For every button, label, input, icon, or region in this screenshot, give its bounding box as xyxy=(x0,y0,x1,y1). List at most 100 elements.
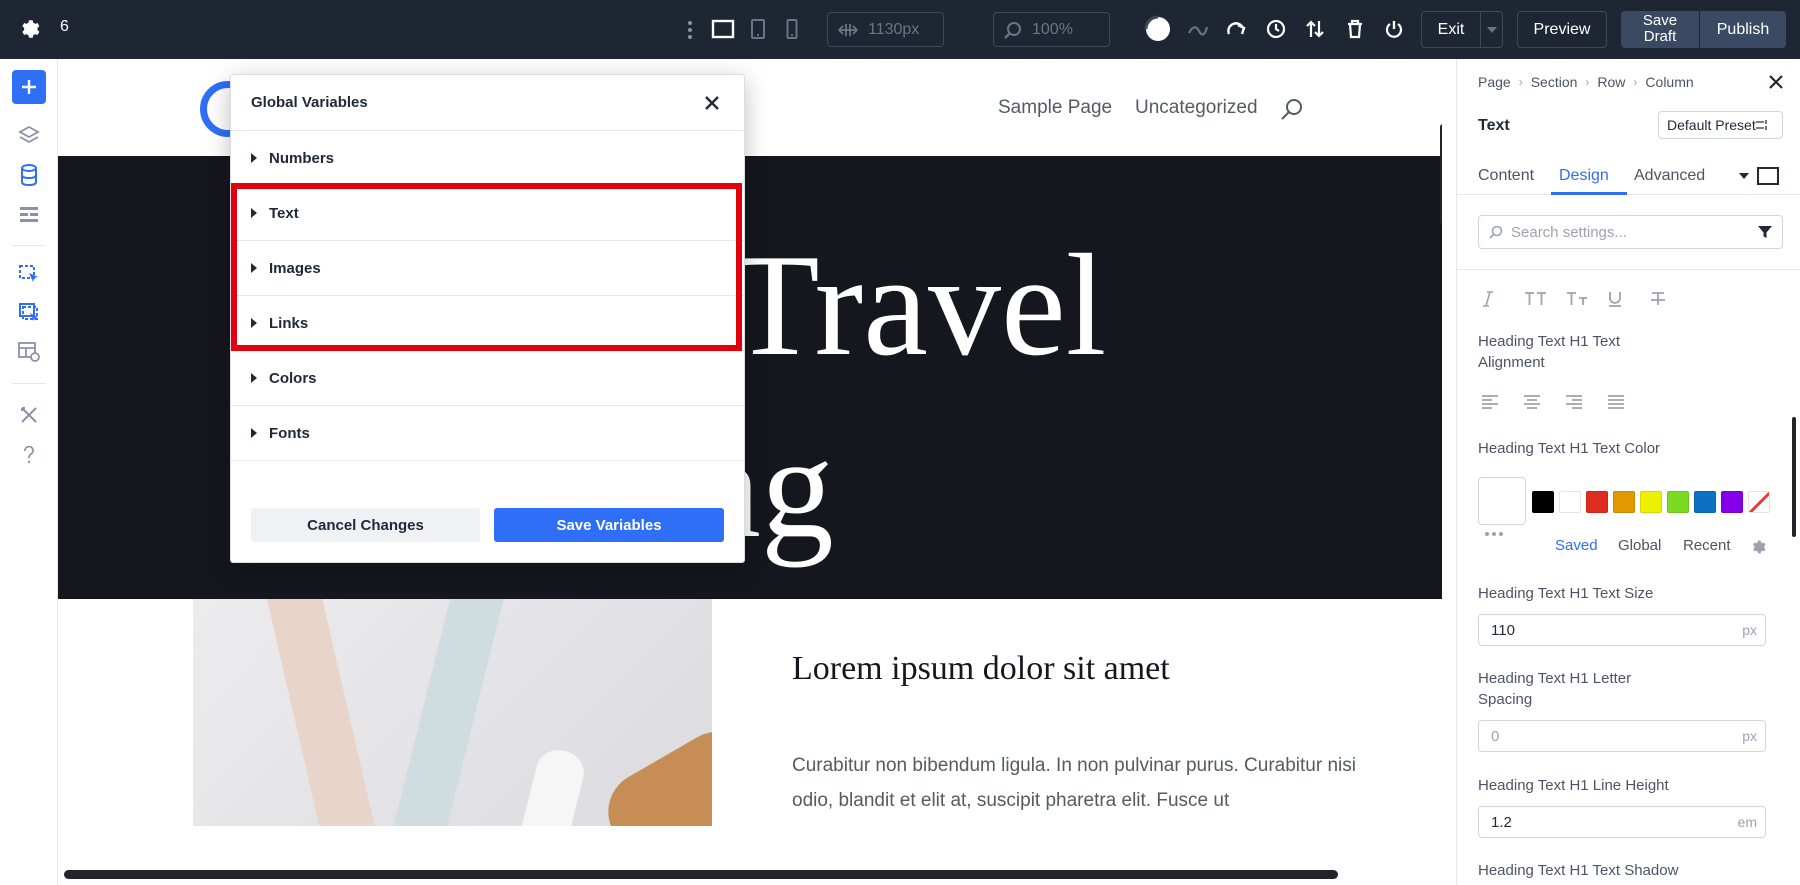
accordion-label: Images xyxy=(269,259,321,277)
publish-label: Publish xyxy=(1716,20,1770,38)
preview-button[interactable]: Preview xyxy=(1517,11,1607,48)
breadcrumb-row[interactable]: Row xyxy=(1597,74,1625,90)
history-clock-icon[interactable] xyxy=(1264,17,1288,41)
database-icon[interactable] xyxy=(13,159,45,191)
tab-advanced[interactable]: Advanced xyxy=(1634,167,1705,185)
nav-link-sample-page[interactable]: Sample Page xyxy=(998,97,1112,119)
search-icon xyxy=(1489,225,1503,239)
modal-footer: Cancel Changes Save Variables xyxy=(251,508,724,542)
horizontal-scrollbar-thumb[interactable] xyxy=(64,870,1338,879)
power-icon[interactable] xyxy=(1382,17,1406,41)
settings-gear-icon[interactable] xyxy=(16,16,42,42)
align-right-icon[interactable] xyxy=(1566,390,1608,414)
text-size-label: Heading Text H1 Text Size xyxy=(1478,585,1654,602)
swatch-transparent[interactable] xyxy=(1748,491,1770,513)
breadcrumb-page[interactable]: Page xyxy=(1478,74,1511,90)
swatch-blue[interactable] xyxy=(1694,491,1716,513)
vertical-scrollbar-thumb[interactable] xyxy=(1440,124,1442,224)
swatch-purple[interactable] xyxy=(1721,491,1743,513)
align-center-icon[interactable] xyxy=(1524,390,1566,414)
strikethrough-icon[interactable] xyxy=(1650,287,1692,311)
preset-selector[interactable]: Default Preset xyxy=(1658,111,1783,139)
exit-dropdown-button[interactable] xyxy=(1481,11,1503,48)
gear-icon[interactable] xyxy=(1750,539,1766,555)
breadcrumb-column[interactable]: Column xyxy=(1645,74,1693,90)
color-tab-recent[interactable]: Recent xyxy=(1683,537,1731,554)
accordion-numbers[interactable]: Numbers xyxy=(231,131,744,186)
click-select-icon[interactable] xyxy=(13,259,45,291)
accordion-links[interactable]: Links xyxy=(231,296,744,351)
save-variables-button[interactable]: Save Variables xyxy=(494,508,724,542)
line-height-label: Heading Text H1 Line Height xyxy=(1478,777,1669,794)
exit-button[interactable]: Exit xyxy=(1421,11,1481,48)
theme-toggle[interactable] xyxy=(1138,14,1174,44)
search-placeholder: Search settings... xyxy=(1511,223,1627,241)
swatch-green[interactable] xyxy=(1667,491,1689,513)
align-left-icon[interactable] xyxy=(1482,390,1524,414)
underline-icon[interactable] xyxy=(1608,287,1650,311)
swatch-yellow[interactable] xyxy=(1640,491,1662,513)
cancel-changes-button[interactable]: Cancel Changes xyxy=(251,508,480,542)
zoom-field[interactable]: 100% xyxy=(993,12,1110,47)
color-tab-saved[interactable]: Saved xyxy=(1555,537,1598,554)
save-draft-button[interactable]: Save Draft xyxy=(1621,11,1699,48)
color-preview[interactable] xyxy=(1478,477,1526,525)
line-height-input[interactable]: 1.2 em xyxy=(1478,806,1766,838)
pens-photo[interactable] xyxy=(193,599,712,826)
global-variables-modal: Global Variables Numbers Text Images Lin… xyxy=(230,74,745,563)
italic-icon[interactable] xyxy=(1482,287,1524,311)
drag-handle-icon[interactable] xyxy=(682,18,698,42)
accordion-fonts[interactable]: Fonts xyxy=(231,406,744,461)
tabs-dropdown-icon[interactable] xyxy=(1739,173,1749,179)
layers-icon[interactable] xyxy=(13,119,45,151)
swatch-red[interactable] xyxy=(1586,491,1608,513)
caret-right-icon xyxy=(251,428,257,438)
close-icon[interactable] xyxy=(1769,75,1783,89)
swatch-orange[interactable] xyxy=(1613,491,1635,513)
search-icon[interactable] xyxy=(1280,97,1304,121)
layout-view-icon[interactable] xyxy=(13,336,45,368)
zoom-magnifier-icon xyxy=(1004,21,1021,39)
breadcrumb-section[interactable]: Section xyxy=(1531,74,1578,90)
section-body-text: Curabitur non bibendum ligula. In non pu… xyxy=(792,755,1356,811)
tab-content[interactable]: Content xyxy=(1478,167,1534,185)
help-icon[interactable] xyxy=(13,439,45,471)
portability-arrows-icon[interactable] xyxy=(1303,17,1327,41)
tablet-view-icon[interactable] xyxy=(745,17,771,41)
capitalize-icon[interactable] xyxy=(1566,287,1608,311)
accordion-images[interactable]: Images xyxy=(231,241,744,296)
swatch-black[interactable] xyxy=(1532,491,1554,513)
color-tab-global[interactable]: Global xyxy=(1618,537,1661,554)
publish-button[interactable]: Publish xyxy=(1700,11,1786,48)
panel-divider xyxy=(1457,269,1800,270)
modal-title: Global Variables xyxy=(251,94,368,111)
settings-search-input[interactable]: Search settings... xyxy=(1478,215,1783,249)
redo-icon[interactable] xyxy=(1225,17,1249,41)
tools-icon[interactable] xyxy=(13,399,45,431)
panel-scrollbar-thumb[interactable] xyxy=(1792,417,1796,537)
multi-select-icon[interactable] xyxy=(13,297,45,329)
desktop-view-icon[interactable] xyxy=(710,17,736,41)
tab-design[interactable]: Design xyxy=(1559,167,1609,185)
letter-spacing-input[interactable]: 0 px xyxy=(1478,720,1766,752)
accordion-colors[interactable]: Colors xyxy=(231,351,744,406)
preview-label: Preview xyxy=(1533,20,1591,38)
align-justify-icon[interactable] xyxy=(1608,390,1650,414)
canvas-width-field[interactable]: 1130px xyxy=(827,12,944,47)
text-size-input[interactable]: 110 px xyxy=(1478,614,1766,646)
phone-view-icon[interactable] xyxy=(779,17,805,41)
add-module-button[interactable] xyxy=(12,70,46,104)
responsive-view-icon[interactable] xyxy=(1757,167,1779,185)
swatch-white[interactable] xyxy=(1559,491,1581,513)
uppercase-icon[interactable] xyxy=(1524,287,1566,311)
close-icon[interactable] xyxy=(700,91,724,115)
filter-icon[interactable] xyxy=(1758,225,1772,239)
accordion-text[interactable]: Text xyxy=(231,186,744,241)
wireframe-icon[interactable] xyxy=(13,199,45,231)
trash-icon[interactable] xyxy=(1343,17,1367,41)
panel-tabs: Content Design Advanced xyxy=(1457,155,1800,195)
more-options-icon[interactable] xyxy=(1485,532,1503,536)
preset-label: Default Preset xyxy=(1667,117,1756,133)
nav-link-uncategorized[interactable]: Uncategorized xyxy=(1135,97,1258,119)
undo-icon[interactable] xyxy=(1186,17,1210,41)
